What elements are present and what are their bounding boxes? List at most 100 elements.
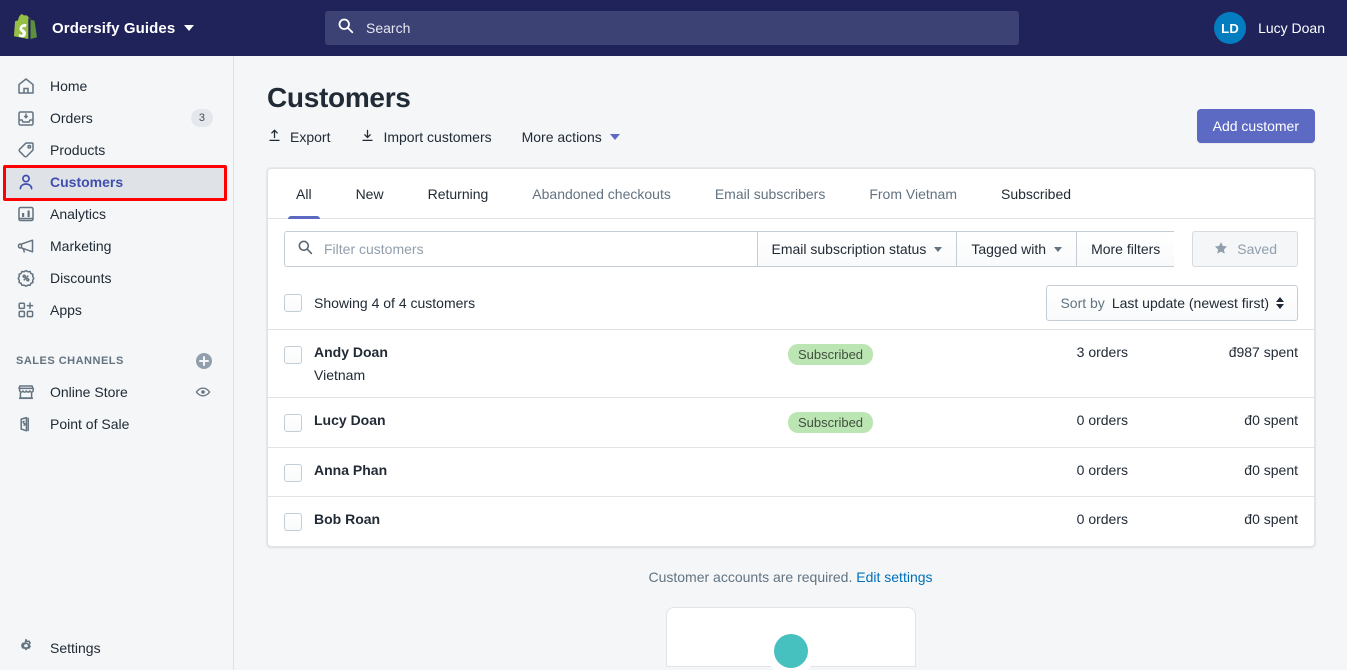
sidebar-item-label: Settings	[50, 640, 101, 656]
tab-email-subscribers[interactable]: Email subscribers	[693, 169, 847, 218]
sidebar-item-marketing[interactable]: Marketing	[6, 230, 227, 262]
gear-icon	[16, 636, 36, 661]
customer-spent: đ0 spent	[1244, 412, 1298, 428]
apps-grid-plus-icon	[16, 300, 36, 320]
import-customers-button[interactable]: Import customers	[360, 128, 492, 146]
customer-name: Bob Roan	[314, 511, 381, 527]
star-icon	[1213, 240, 1229, 259]
customer-orders: 0 orders	[1076, 511, 1128, 527]
row-checkbox[interactable]	[284, 513, 302, 531]
sidebar-item-label: Home	[50, 78, 88, 94]
chevron-down-icon[interactable]	[184, 25, 195, 31]
more-filters-label: More filters	[1091, 241, 1161, 257]
global-search-input[interactable]: Search	[325, 11, 1019, 45]
megaphone-icon	[16, 236, 36, 256]
customer-spent: đ0 spent	[1244, 462, 1298, 478]
list-header-row: Showing 4 of 4 customers Sort by Last up…	[268, 277, 1314, 330]
bar-chart-icon	[16, 204, 36, 224]
edit-settings-link[interactable]: Edit settings	[856, 569, 932, 585]
export-button[interactable]: Export	[267, 128, 330, 146]
product-tag-icon	[16, 140, 36, 160]
sidebar-item-discounts[interactable]: Discounts	[6, 262, 227, 294]
discount-percent-icon	[16, 268, 36, 288]
tagged-with-filter[interactable]: Tagged with	[956, 231, 1077, 267]
import-down-arrow-icon	[360, 128, 383, 146]
user-name: Lucy Doan	[1258, 20, 1325, 36]
table-row[interactable]: Bob Roan 0 orders đ0 spent	[268, 497, 1314, 546]
avatar: LD	[1214, 12, 1247, 44]
sidebar-item-online-store[interactable]: Online Store	[6, 376, 227, 408]
avatar-placeholder-icon	[765, 626, 816, 670]
row-checkbox[interactable]	[284, 346, 302, 364]
customer-accounts-note: Customer accounts are required. Edit set…	[234, 569, 1347, 585]
saved-search-button[interactable]: Saved	[1192, 231, 1298, 267]
sales-channels-section-header: SALES CHANNELS	[0, 346, 233, 376]
more-filters-button[interactable]: More filters	[1076, 231, 1175, 267]
sidebar-item-label: Discounts	[50, 270, 112, 286]
sidebar-item-label: Orders	[50, 110, 93, 126]
customer-location: Vietnam	[314, 367, 366, 383]
customer-name: Lucy Doan	[314, 412, 386, 428]
home-icon	[16, 76, 36, 96]
sidebar-item-home[interactable]: Home	[6, 70, 227, 102]
customer-orders: 3 orders	[1076, 344, 1128, 360]
top-navigation-bar: Ordersify Guides Search LD Lucy Doan	[0, 0, 1347, 56]
sidebar-item-orders[interactable]: Orders 3	[6, 102, 227, 134]
more-actions-button[interactable]: More actions	[522, 129, 620, 145]
tab-new[interactable]: New	[334, 169, 406, 218]
customer-segment-tabs: All New Returning Abandoned checkouts Em…	[268, 169, 1314, 219]
page-actions: Export Import customers More actions	[267, 128, 1315, 146]
person-icon	[16, 172, 36, 192]
customer-identity: Lucy Doan	[314, 412, 788, 428]
sidebar-item-label: Apps	[50, 302, 82, 318]
customer-name: Anna Phan	[314, 462, 388, 478]
sidebar-item-settings[interactable]: Settings	[0, 626, 233, 670]
tab-subscribed[interactable]: Subscribed	[979, 169, 1093, 218]
orders-inbox-icon	[16, 108, 36, 128]
tab-from-vietnam[interactable]: From Vietnam	[847, 169, 979, 218]
tab-returning[interactable]: Returning	[406, 169, 511, 218]
page-title: Customers	[267, 82, 411, 113]
customer-identity: Anna Phan	[314, 462, 788, 478]
subscription-badge-cell: Subscribed	[788, 412, 988, 433]
customers-card: All New Returning Abandoned checkouts Em…	[267, 168, 1315, 547]
customer-spent: đ987 spent	[1228, 344, 1298, 360]
sidebar-item-apps[interactable]: Apps	[6, 294, 227, 326]
page-header: Customers Export Import customers More a…	[234, 56, 1347, 146]
table-row[interactable]: Anna Phan 0 orders đ0 spent	[268, 448, 1314, 497]
table-row[interactable]: Andy Doan Vietnam Subscribed 3 orders đ9…	[268, 330, 1314, 398]
tab-all[interactable]: All	[274, 169, 334, 219]
add-customer-button[interactable]: Add customer	[1196, 109, 1315, 143]
email-subscription-status-filter[interactable]: Email subscription status	[756, 231, 957, 267]
search-placeholder: Search	[366, 20, 411, 36]
sidebar-item-analytics[interactable]: Analytics	[6, 198, 227, 230]
tab-abandoned-checkouts[interactable]: Abandoned checkouts	[510, 169, 693, 218]
brand-switcher[interactable]: Ordersify Guides	[0, 14, 222, 42]
customer-name: Andy Doan	[314, 344, 388, 360]
partial-bottom-card[interactable]	[665, 607, 916, 670]
sidebar-item-label: Customers	[50, 174, 124, 190]
sidebar-item-customers[interactable]: Customers	[6, 166, 227, 198]
sidebar-item-point-of-sale[interactable]: Point of Sale	[6, 408, 227, 440]
sort-by-value: Last update (newest first)	[1111, 295, 1269, 311]
import-customers-label: Import customers	[383, 129, 492, 145]
sidebar: Home Orders 3 Products Customers Analyti…	[0, 56, 234, 670]
select-all-checkbox[interactable]	[284, 294, 302, 312]
row-checkbox[interactable]	[284, 464, 302, 482]
circle-plus-icon[interactable]	[195, 352, 213, 370]
user-menu[interactable]: LD Lucy Doan	[1214, 0, 1325, 56]
customer-spent: đ0 spent	[1244, 511, 1298, 527]
filter-customers-input[interactable]: Filter customers	[284, 231, 757, 267]
table-row[interactable]: Lucy Doan Subscribed 0 orders đ0 spent	[268, 398, 1314, 448]
chevron-down-icon	[609, 134, 620, 140]
customer-orders: 0 orders	[1076, 412, 1128, 428]
sort-by-dropdown[interactable]: Sort by Last update (newest first)	[1046, 285, 1298, 321]
search-icon	[297, 239, 313, 260]
sidebar-item-products[interactable]: Products	[6, 134, 227, 166]
eye-icon[interactable]	[195, 384, 211, 400]
status-badge: Subscribed	[788, 412, 874, 433]
filter-bar: Filter customers Email subscription stat…	[268, 219, 1314, 277]
row-checkbox[interactable]	[284, 414, 302, 432]
pos-bag-icon	[16, 414, 36, 434]
email-subscription-status-label: Email subscription status	[771, 241, 927, 257]
